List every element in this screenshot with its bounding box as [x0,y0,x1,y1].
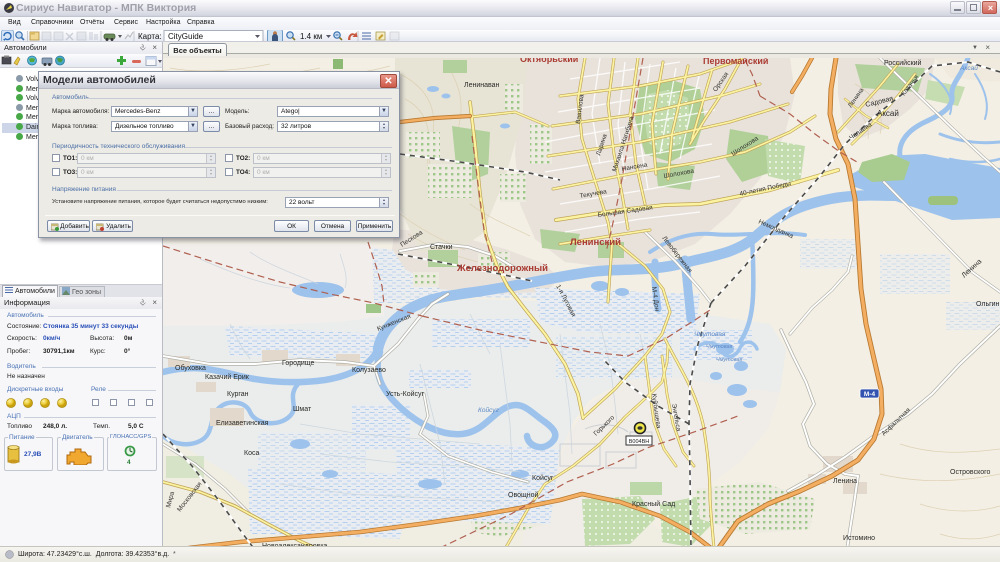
svg-text:М-4: М-4 [864,391,876,398]
svg-text:Усть-Койсуг: Усть-Койсуг [386,390,425,398]
svg-text:CityGuide: CityGuide [168,32,204,41]
svg-text:Чмутовая: Чмутовая [716,357,743,363]
svg-text:Шмат: Шмат [293,406,312,413]
svg-text:Истомино: Истомино [843,535,875,542]
svg-text:Овощной: Овощной [508,491,538,499]
svg-text:Ленинаван: Ленинаван [464,82,500,89]
svg-text:1.4 км: 1.4 км [300,32,322,41]
svg-text:Ленина: Ленина [833,478,857,485]
svg-text:Красный Сад: Красный Сад [632,500,675,508]
svg-text:Островского: Островского [950,469,991,476]
svg-text:Казачий Ерик: Казачий Ерик [205,373,250,381]
svg-text:Карта:: Карта: [138,32,162,41]
svg-text:Ленинский: Ленинский [570,237,621,248]
svg-text:Ольгин: Ольгин [976,301,1000,308]
svg-text:Елизаветинская: Елизаветинская [216,420,269,427]
svg-text:Курган: Курган [227,391,249,398]
svg-text:Октябрьский: Октябрьский [520,58,578,64]
svg-text:Стачки: Стачки [430,244,453,251]
svg-text:Железнодорожный: Железнодорожный [456,263,548,274]
svg-text:Койсуг: Койсуг [478,406,499,414]
svg-text:Койсуг: Койсуг [532,474,554,482]
svg-text:Коса: Коса [244,450,259,457]
svg-text:В004ВН: В004ВН [629,439,650,445]
svg-text:Городище: Городище [282,360,315,367]
svg-text:Чмутовая: Чмутовая [694,331,726,338]
svg-text:Чмутовая: Чмутовая [706,344,733,350]
svg-text:Аксай: Аксай [877,109,899,118]
svg-text:Аксай: Аксай [959,64,978,72]
svg-text:Первомайский: Первомайский [703,58,768,66]
svg-text:Колузаево: Колузаево [352,367,386,374]
svg-text:Обуховка: Обуховка [175,364,206,372]
svg-text:Российский: Российский [884,59,922,67]
